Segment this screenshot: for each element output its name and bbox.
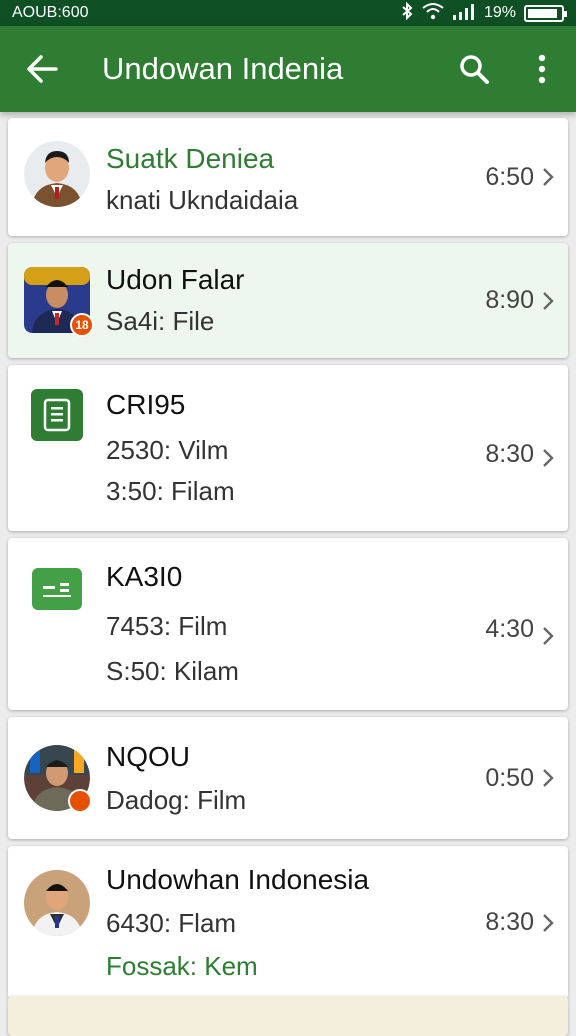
- status-icons: 19%: [400, 1, 567, 25]
- item-title: Suatk Deniea: [106, 142, 275, 174]
- list-item[interactable]: Suatk Deniea knati Ukndaidaia 6:50: [8, 118, 568, 236]
- chevron-right-icon: [543, 913, 554, 932]
- item-line-1: 7453: Film: [106, 611, 228, 641]
- status-time: AOUB:600: [12, 4, 89, 21]
- item-title: Udon Falar: [106, 264, 245, 295]
- item-line-1: 6430: Flam: [106, 907, 237, 938]
- item-line-2: 3:50: Filam: [106, 476, 235, 506]
- document-icon: [31, 389, 83, 441]
- item-subtitle: knati Ukndaidaia: [106, 184, 299, 215]
- chevron-right-icon: [543, 769, 554, 787]
- signal-icon: [452, 2, 476, 25]
- battery-icon: [524, 4, 567, 22]
- list-item[interactable]: Undowhan Indonesia 6430: Flam Fossak: Ke…: [8, 846, 568, 999]
- bluetooth-icon: [400, 1, 414, 25]
- card-icon: [32, 568, 82, 610]
- battery-level: 19%: [483, 4, 516, 21]
- item-subtitle: Dadog: Film: [106, 784, 247, 815]
- status-badge: [68, 789, 92, 813]
- item-title: Undowhan Indonesia: [106, 863, 370, 895]
- item-line-1: 2530: Vilm: [106, 435, 229, 465]
- item-line-2: S:50: Kilam: [106, 656, 239, 686]
- avatar: [24, 745, 92, 813]
- item-title: NQOU: [106, 740, 190, 772]
- overflow-menu-button[interactable]: [508, 26, 576, 112]
- app-bar: Undowan Indenia: [0, 26, 576, 112]
- list-item[interactable]: NQOU Dadog: Film 0:50: [8, 717, 568, 839]
- list-item[interactable]: CRI95 2530: Vilm 3:50: Filam 8:30: [8, 365, 568, 531]
- wifi-icon: [422, 2, 444, 25]
- chevron-right-icon: [543, 168, 554, 186]
- conversation-list: Suatk Deniea knati Ukndaidaia 6:50 18 Ud…: [8, 118, 568, 1006]
- chevron-right-icon: [543, 449, 554, 467]
- more-vert-icon: [538, 54, 546, 84]
- search-icon: [460, 55, 489, 84]
- next-list-item-peek[interactable]: [8, 996, 568, 1036]
- chevron-right-icon: [543, 291, 554, 310]
- item-line-2: Fossak: Kem: [106, 950, 258, 981]
- search-button[interactable]: [440, 26, 508, 112]
- back-button[interactable]: [0, 26, 84, 112]
- notification-badge: 18: [70, 313, 94, 337]
- chevron-right-icon: [543, 627, 554, 645]
- avatar: 18: [24, 267, 94, 337]
- item-subtitle: Sa4i: File: [106, 306, 215, 336]
- avatar: [24, 141, 90, 207]
- item-title: KA3I0: [106, 561, 183, 592]
- item-title: CRI95: [106, 389, 186, 420]
- page-title: Undowan Indenia: [102, 51, 344, 86]
- arrow-left-icon: [27, 55, 58, 83]
- list-item[interactable]: 18 Udon Falar Sa4i: File 8:90: [8, 243, 568, 358]
- list-item[interactable]: KA3I0 7453: Film S:50: Kilam 4:30: [8, 538, 568, 710]
- avatar: [24, 870, 90, 936]
- status-bar: AOUB:600 19%: [0, 0, 576, 26]
